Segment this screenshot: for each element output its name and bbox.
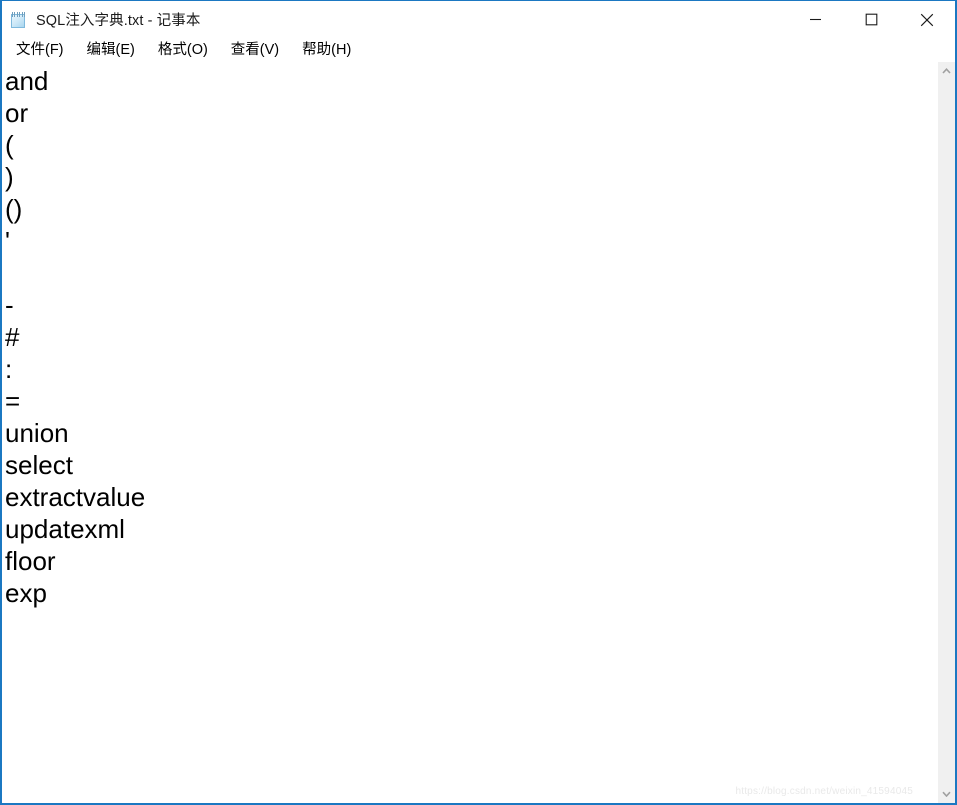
title-bar[interactable]: SQL注入字典.txt - 记事本: [2, 0, 955, 38]
watermark-text: https://blog.csdn.net/weixin_41594045: [735, 786, 913, 797]
menu-item-view[interactable]: 查看(V): [226, 41, 288, 60]
close-icon: [920, 13, 934, 26]
text-line: updatexml: [5, 514, 125, 544]
menu-item-file[interactable]: 文件(F): [11, 41, 73, 60]
scroll-down-button[interactable]: [938, 785, 955, 803]
window-title: SQL注入字典.txt - 记事本: [36, 13, 201, 29]
maximize-button[interactable]: [843, 1, 899, 39]
window-controls: [787, 1, 955, 39]
menu-bar: 文件(F) 编辑(E) 格式(O) 查看(V) 帮助(H): [2, 38, 955, 62]
notepad-window: SQL注入字典.txt - 记事本 文件(F) 编辑(E) 格式(O) 查看(V…: [0, 0, 957, 805]
text-line: extractvalue: [5, 482, 146, 512]
menu-item-format[interactable]: 格式(O): [153, 41, 217, 60]
text-line: #: [5, 322, 20, 352]
text-line: =: [5, 386, 21, 416]
text-line: and: [5, 66, 49, 96]
text-line: :: [5, 354, 13, 384]
scrollbar-track[interactable]: [938, 80, 955, 785]
menu-item-edit[interactable]: 编辑(E): [82, 41, 144, 60]
text-line: floor: [5, 546, 56, 576]
vertical-scrollbar[interactable]: [937, 62, 955, 803]
text-line-blank: [5, 257, 937, 289]
text-editor[interactable]: and or ( ) () ' - # : = union select ext…: [2, 62, 937, 803]
minimize-button[interactable]: [787, 1, 843, 39]
text-line: or: [5, 98, 29, 128]
text-line: exp: [5, 578, 47, 608]
chevron-up-icon: [942, 68, 951, 74]
text-line: union: [5, 418, 69, 448]
notepad-icon: [10, 11, 28, 29]
text-line: -: [5, 290, 14, 320]
maximize-icon: [865, 13, 877, 26]
text-line: ): [5, 162, 14, 192]
content-area: and or ( ) () ' - # : = union select ext…: [2, 62, 955, 803]
title-bar-left: SQL注入字典.txt - 记事本: [2, 9, 787, 30]
chevron-down-icon: [942, 791, 951, 797]
close-button[interactable]: [899, 1, 955, 39]
menu-item-help[interactable]: 帮助(H): [297, 41, 360, 60]
text-line: select: [5, 450, 73, 480]
text-line: (: [5, 130, 14, 160]
text-line: (): [5, 194, 23, 224]
minimize-icon: [809, 18, 821, 21]
scroll-up-button[interactable]: [938, 62, 955, 80]
text-line: ': [5, 226, 10, 256]
